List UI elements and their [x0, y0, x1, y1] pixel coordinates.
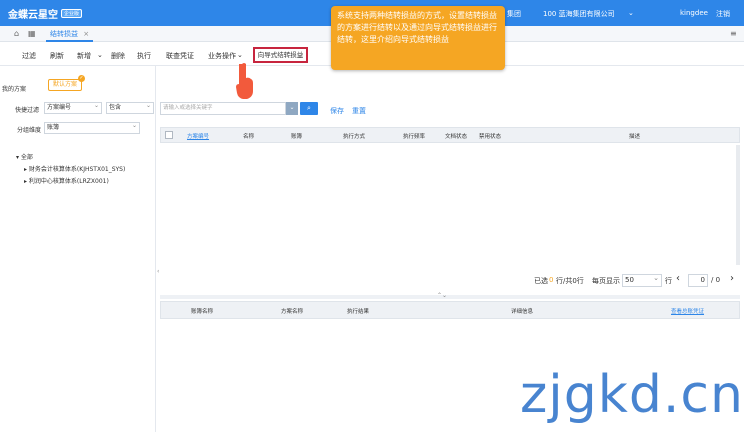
tree-item-profit-center[interactable]: ▸ 利润中心核算体系(LRZX001) [16, 176, 125, 188]
menu-icon[interactable]: ≡ [730, 29, 737, 38]
col-exec-mode[interactable]: 执行方式 [343, 132, 365, 140]
left-panel: 我的方案 默认方案 ✓ 快捷过滤 方案编号 包含 分组维度 账簿 [0, 66, 156, 432]
group-dimension-select[interactable]: 账簿 [44, 121, 140, 134]
check-icon: ✓ [78, 75, 85, 82]
home-icon[interactable]: ⌂ [14, 29, 19, 38]
page-input[interactable]: 0 [688, 274, 708, 287]
prev-page-icon[interactable]: ‹ [676, 273, 680, 284]
filter-field-select[interactable]: 方案编号 [44, 101, 102, 114]
logo-text: 金蝶云星空 [8, 10, 58, 21]
tree-item-all[interactable]: ▾ 全部 [16, 152, 125, 164]
default-scheme-tag[interactable]: 默认方案 [48, 79, 83, 91]
execute-button[interactable]: 执行 [137, 51, 151, 61]
col-disable-status[interactable]: 禁用状态 [479, 132, 501, 140]
refresh-button[interactable]: 刷新 [50, 51, 64, 61]
close-icon[interactable]: × [83, 30, 89, 38]
logout-link[interactable]: 注销 [716, 9, 730, 19]
business-ops-button[interactable]: 业务操作 [208, 51, 236, 61]
org-chevron-icon[interactable]: ⌄ [628, 9, 634, 17]
group-label: 集团 [507, 10, 521, 18]
per-page-select[interactable]: 50 ⌄ [622, 274, 662, 287]
selected-count: 0 [549, 276, 554, 284]
splitter-arrows-icon[interactable]: ⌃⌄ [437, 292, 447, 299]
col-scheme-no[interactable]: 方案编号 [187, 132, 209, 140]
result-grid-header: 账簿名称 方案名称 执行结果 详细信息 查看总账凭证 [160, 301, 740, 319]
per-page-label: 每页显示 [592, 277, 620, 285]
rows-total: 行/共0行 [556, 277, 584, 285]
tab-label: 结转损益 [50, 30, 78, 38]
tree-item-financial[interactable]: ▸ 财务会计核算体系(KJHSTX01_SYS) [16, 164, 125, 176]
watermark: zjgkd.cn [520, 365, 744, 425]
col-description[interactable]: 描述 [629, 132, 640, 140]
group-dimension-label: 分组维度 [17, 127, 42, 134]
keyword-search-input[interactable]: 请输入或选择关键字 [160, 102, 286, 115]
col-exec-freq[interactable]: 执行频率 [403, 132, 425, 140]
col-name[interactable]: 名称 [243, 132, 254, 140]
grid-scrollbar[interactable] [736, 145, 740, 265]
new-chevron-icon[interactable]: ⌄ [97, 51, 103, 59]
scheme-tree: ▾ 全部 ▸ 财务会计核算体系(KJHSTX01_SYS) ▸ 利润中心核算体系… [16, 152, 125, 188]
col-book[interactable]: 账簿 [291, 132, 302, 140]
new-button[interactable]: 新增 [77, 51, 91, 61]
business-ops-chevron-icon[interactable]: ⌄ [237, 51, 243, 59]
search-button[interactable]: ⌕ [300, 102, 318, 115]
selected-label: 已选 [534, 277, 548, 285]
user-menu[interactable]: kingdee [680, 9, 708, 17]
keyword-dropdown-icon[interactable]: ⌄ [286, 102, 298, 115]
wizard-transfer-button[interactable]: 向导式结转损益 [253, 47, 308, 63]
reset-link[interactable]: 重置 [352, 106, 366, 116]
my-scheme-label: 我的方案 [2, 86, 27, 93]
quick-filter-label: 快捷过滤 [15, 107, 40, 114]
filter-operator-select[interactable]: 包含 [106, 101, 154, 114]
collapse-left-icon[interactable]: ‹ [157, 268, 159, 275]
col-scheme-name[interactable]: 方案名称 [281, 307, 303, 315]
view-voucher-link[interactable]: 查看总账凭证 [671, 307, 704, 315]
app-logo: 金蝶云星空 企业版 [8, 6, 83, 21]
panel-splitter[interactable] [160, 295, 740, 299]
pointer-hand-icon [236, 63, 253, 99]
chevron-down-icon: ⌄ [653, 274, 659, 282]
select-all-checkbox[interactable] [165, 131, 173, 139]
tab-profit-loss-transfer[interactable]: 结转损益 × [46, 28, 94, 42]
org-selector[interactable]: 100 蓝海集团有限公司 [543, 9, 615, 19]
save-link[interactable]: 保存 [330, 106, 344, 116]
col-doc-status[interactable]: 文档状态 [445, 132, 467, 140]
page-total: / 0 [711, 276, 721, 284]
row-unit: 行 [665, 277, 672, 285]
apps-icon[interactable]: ▦ [28, 29, 36, 38]
query-voucher-button[interactable]: 联查凭证 [166, 51, 194, 61]
delete-button[interactable]: 删除 [111, 51, 125, 61]
filter-button[interactable]: 过滤 [22, 51, 36, 61]
scheme-grid-header: 方案编号 名称 账簿 执行方式 执行频率 文档状态 禁用状态 描述 [160, 127, 740, 143]
next-page-icon[interactable]: › [730, 273, 734, 284]
tutorial-callout: 系统支持两种结转损益的方式，设置结转损益的方案进行结转以及通过向导式结转损益进行… [331, 6, 505, 70]
col-book-name[interactable]: 账簿名称 [191, 307, 213, 315]
col-exec-result[interactable]: 执行结果 [347, 307, 369, 315]
edition-badge: 企业版 [61, 9, 83, 18]
col-detail[interactable]: 详细信息 [511, 307, 533, 315]
